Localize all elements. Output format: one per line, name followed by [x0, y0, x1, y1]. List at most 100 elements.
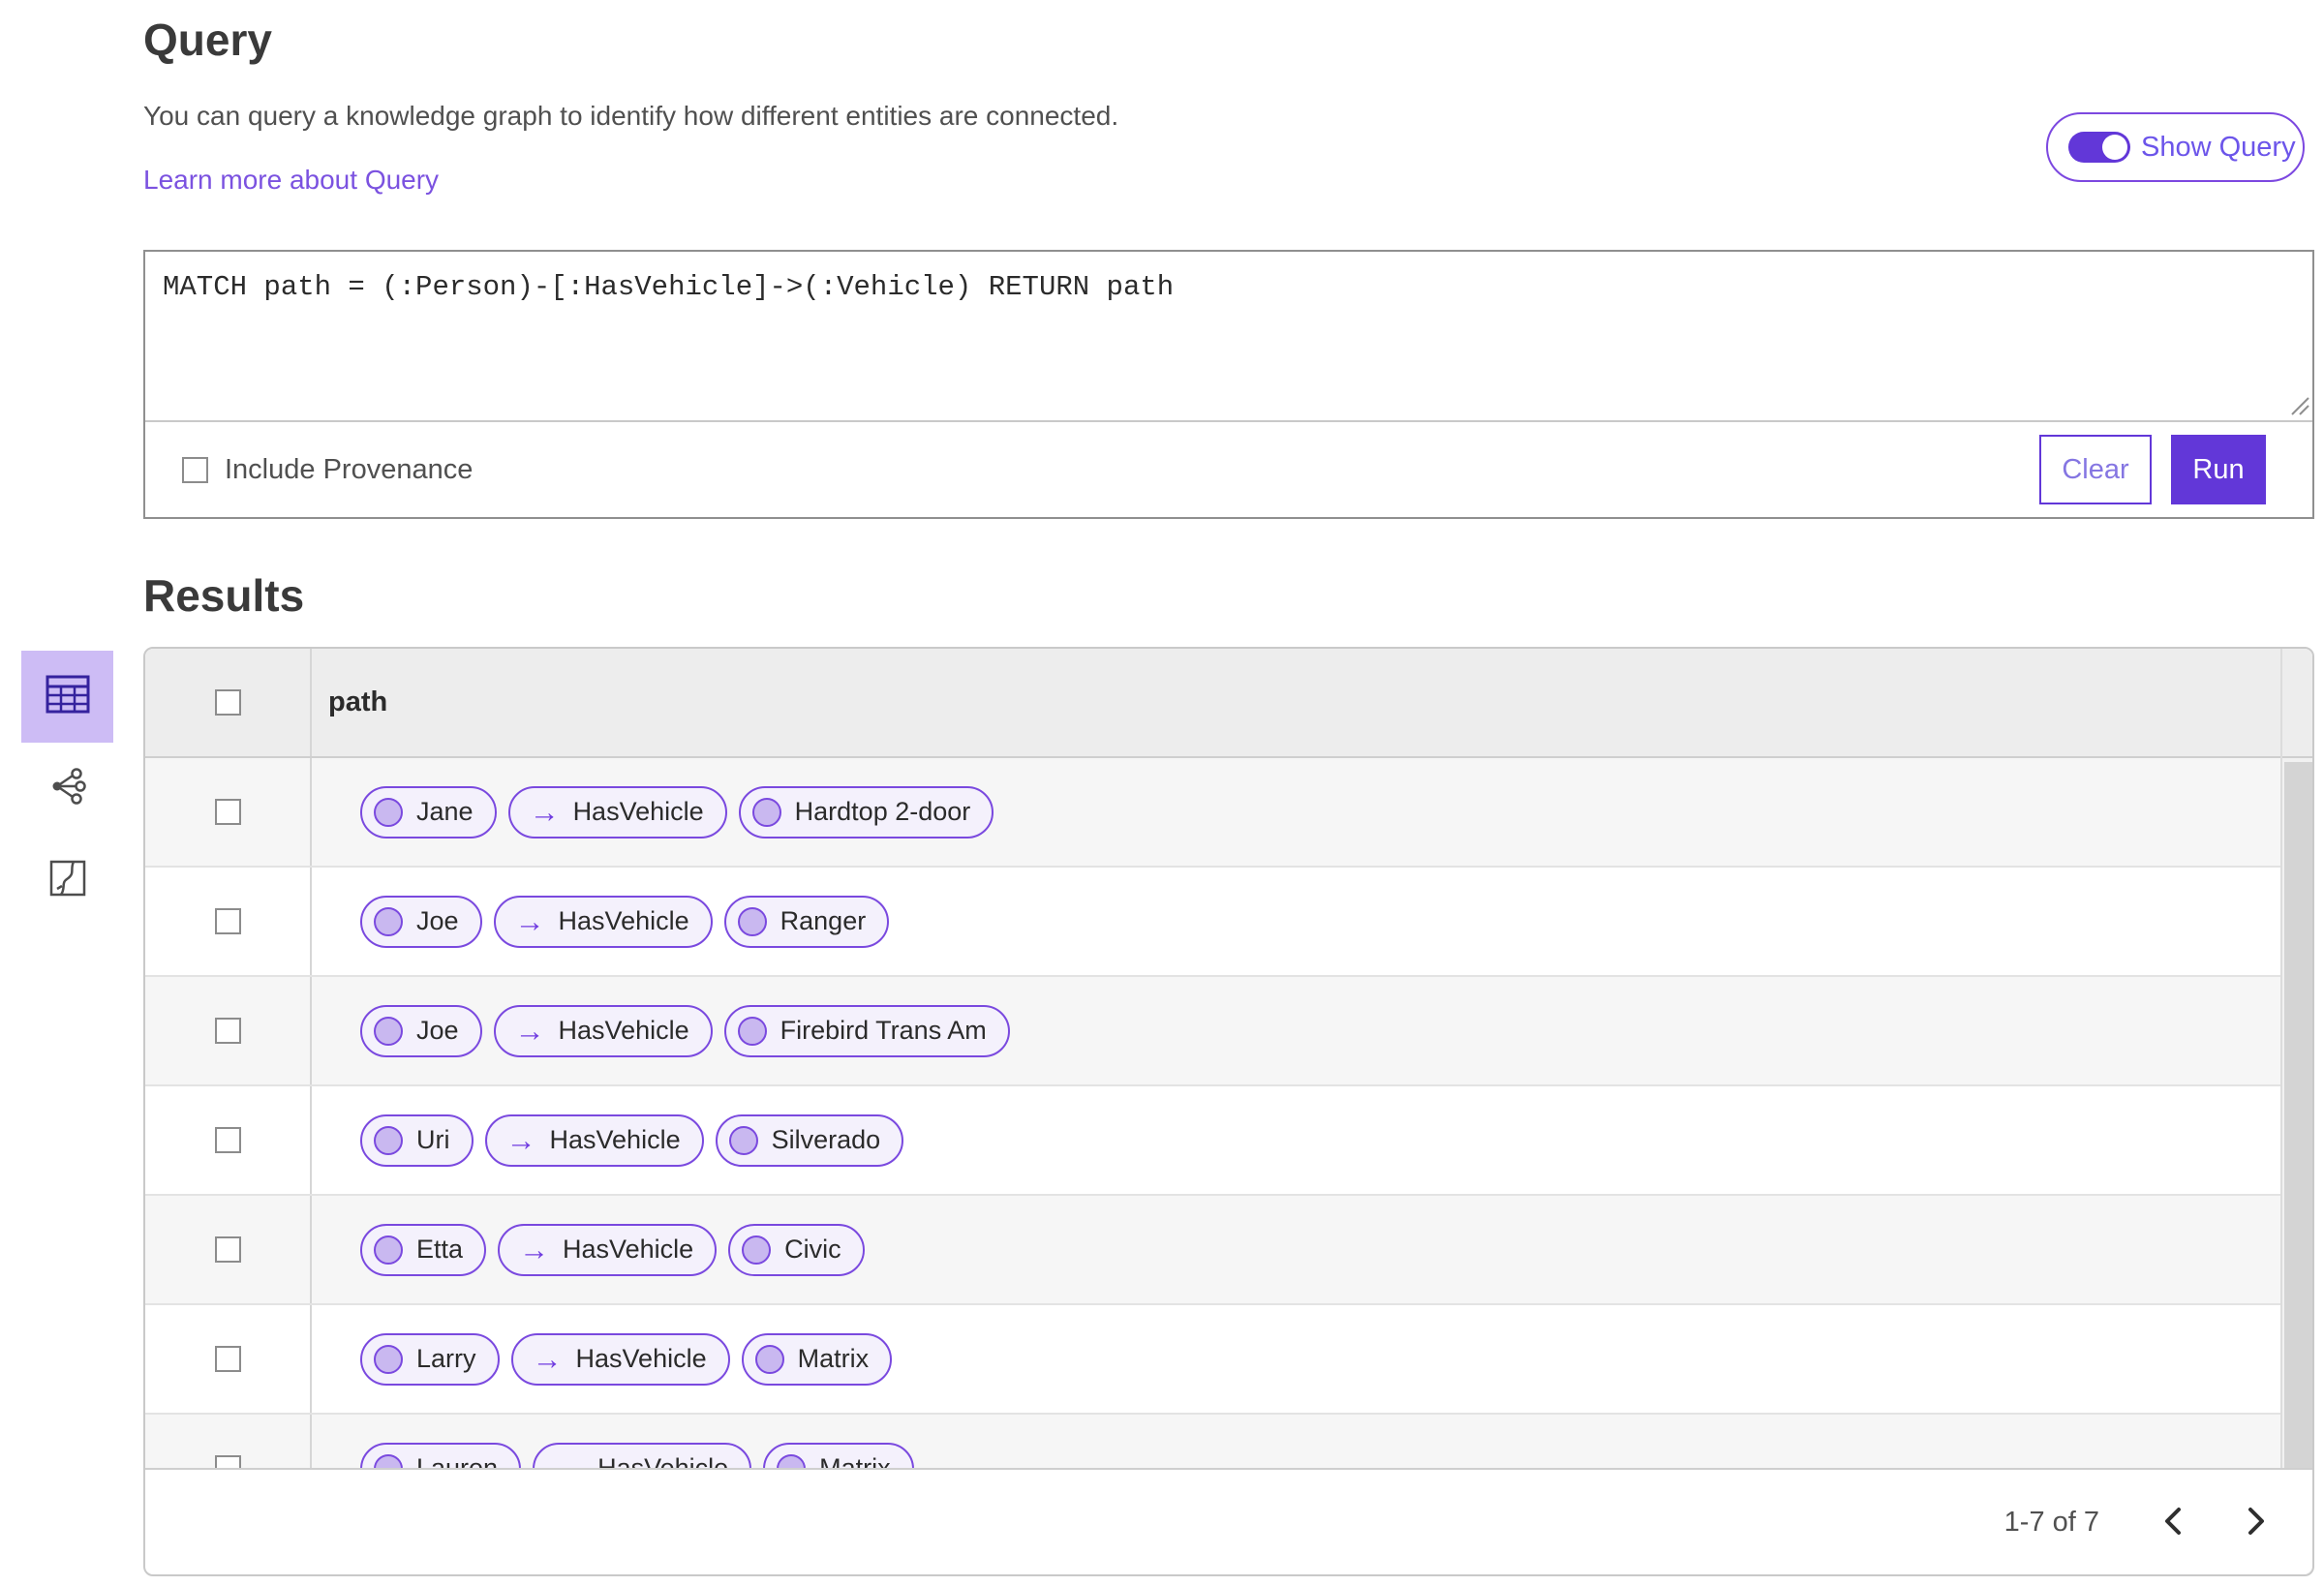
target-entity-pill[interactable]: Ranger: [723, 895, 890, 948]
query-panel-footer: Include Provenance Clear Run: [145, 420, 2312, 517]
source-entity-pill[interactable]: Joe: [360, 1004, 482, 1057]
page-title: Query: [143, 15, 272, 65]
row-checkbox[interactable]: [214, 1346, 241, 1372]
table-row: Jane → HasVehicle Hardtop 2-door: [145, 758, 2312, 868]
target-entity-pill[interactable]: Firebird Trans Am: [723, 1004, 1010, 1057]
row-checkbox[interactable]: [214, 908, 241, 934]
header-checkbox-cell: [145, 649, 312, 756]
relationship-arrow-icon: →: [505, 1123, 536, 1157]
toggle-knob: [2102, 135, 2127, 160]
source-entity-pill[interactable]: Etta: [360, 1223, 487, 1276]
row-relationship-label: HasVehicle: [572, 797, 704, 826]
target-entity-pill[interactable]: Matrix: [741, 1332, 893, 1386]
row-relationship-label: HasVehicle: [575, 1344, 707, 1373]
query-input[interactable]: MATCH path = (:Person)-[:HasVehicle]->(:…: [145, 252, 2312, 418]
row-source-label: Larry: [416, 1344, 476, 1373]
row-target-label: Firebird Trans Am: [780, 1016, 987, 1045]
select-all-checkbox[interactable]: [214, 689, 241, 716]
table-header-row: path: [145, 649, 2312, 758]
row-target-label: Civic: [784, 1235, 841, 1264]
entity-node-icon: [374, 1125, 403, 1155]
relationship-pill[interactable]: → HasVehicle: [498, 1223, 718, 1276]
row-source-label: Etta: [416, 1235, 464, 1264]
row-checkbox[interactable]: [214, 1018, 241, 1044]
table-view-button[interactable]: [21, 651, 113, 743]
clear-button[interactable]: Clear: [2039, 435, 2152, 504]
row-target-label: Hardtop 2-door: [794, 797, 971, 826]
relationship-arrow-icon: →: [514, 904, 545, 938]
row-path-cell: Jane → HasVehicle Hardtop 2-door: [312, 758, 2312, 866]
chevron-left-icon: [2160, 1505, 2186, 1540]
entity-node-icon: [754, 1344, 784, 1374]
entity-node-icon: [374, 1235, 403, 1265]
relationship-pill[interactable]: → HasVehicle: [510, 1332, 730, 1386]
link-chart-icon: [48, 767, 87, 810]
show-query-label: Show Query: [2141, 131, 2296, 163]
target-entity-pill[interactable]: Silverado: [715, 1113, 904, 1167]
pagination-range-label: 1-7 of 7: [2003, 1506, 2099, 1538]
entity-node-icon: [728, 1125, 758, 1155]
table-row: Etta → HasVehicle Civic: [145, 1196, 2312, 1305]
table-row: Uri → HasVehicle Silverado: [145, 1086, 2312, 1196]
chevron-right-icon: [2244, 1505, 2269, 1540]
row-target-label: Silverado: [771, 1125, 881, 1154]
target-entity-pill[interactable]: Hardtop 2-door: [738, 785, 994, 839]
entity-node-icon: [374, 1344, 403, 1374]
source-entity-pill[interactable]: Larry: [360, 1332, 500, 1386]
relationship-arrow-icon: →: [514, 1014, 545, 1048]
scrollbar-header-cap: [2282, 649, 2312, 758]
results-table: path Jane → HasVehicle Hardtop 2-door Jo…: [143, 647, 2314, 1576]
relationship-arrow-icon: →: [529, 795, 560, 829]
table-body: Jane → HasVehicle Hardtop 2-door Joe → H…: [145, 758, 2312, 1524]
row-checkbox-cell: [145, 1196, 312, 1303]
row-source-label: Jane: [416, 797, 474, 826]
row-relationship-label: HasVehicle: [549, 1125, 681, 1154]
row-relationship-label: HasVehicle: [558, 906, 689, 935]
row-checkbox-cell: [145, 977, 312, 1084]
table-scrollbar: [2280, 649, 2312, 1574]
learn-more-link[interactable]: Learn more about Query: [143, 165, 439, 196]
table-row: Joe → HasVehicle Firebird Trans Am: [145, 977, 2312, 1086]
relationship-pill[interactable]: → HasVehicle: [507, 785, 727, 839]
previous-page-button[interactable]: [2152, 1501, 2194, 1543]
source-entity-pill[interactable]: Jane: [360, 785, 497, 839]
row-source-label: Joe: [416, 1016, 459, 1045]
show-query-toggle[interactable]: Show Query: [2046, 112, 2305, 182]
include-provenance-checkbox[interactable]: [182, 456, 208, 483]
entity-node-icon: [737, 1016, 767, 1046]
scrollbar-thumb[interactable]: [2284, 762, 2312, 1469]
entity-node-icon: [737, 906, 767, 936]
row-checkbox[interactable]: [214, 799, 241, 825]
toggle-switch-icon[interactable]: [2068, 132, 2130, 163]
table-row: Joe → HasVehicle Ranger: [145, 868, 2312, 977]
entity-node-icon: [374, 906, 403, 936]
row-checkbox[interactable]: [214, 1127, 241, 1153]
row-checkbox[interactable]: [214, 1236, 241, 1263]
relationship-pill[interactable]: → HasVehicle: [484, 1113, 704, 1167]
entity-node-icon: [742, 1235, 772, 1265]
row-relationship-label: HasVehicle: [558, 1016, 689, 1045]
results-view-switcher: [21, 651, 113, 927]
pagination-bar: 1-7 of 7: [145, 1468, 2312, 1574]
row-checkbox-cell: [145, 758, 312, 866]
map-view-button[interactable]: [21, 835, 113, 927]
row-source-label: Joe: [416, 906, 459, 935]
row-checkbox-cell: [145, 1086, 312, 1194]
link-chart-view-button[interactable]: [21, 743, 113, 835]
run-button[interactable]: Run: [2171, 435, 2266, 504]
next-page-button[interactable]: [2235, 1501, 2278, 1543]
relationship-arrow-icon: →: [532, 1342, 563, 1376]
table-row: Larry → HasVehicle Matrix: [145, 1305, 2312, 1415]
row-path-cell: Joe → HasVehicle Ranger: [312, 868, 2312, 975]
relationship-pill[interactable]: → HasVehicle: [493, 1004, 713, 1057]
entity-node-icon: [751, 797, 781, 827]
row-checkbox-cell: [145, 868, 312, 975]
relationship-pill[interactable]: → HasVehicle: [493, 895, 713, 948]
relationship-arrow-icon: →: [519, 1233, 550, 1266]
query-description: You can query a knowledge graph to ident…: [143, 101, 1119, 131]
row-path-cell: Etta → HasVehicle Civic: [312, 1196, 2312, 1303]
source-entity-pill[interactable]: Uri: [360, 1113, 474, 1167]
target-entity-pill[interactable]: Civic: [728, 1223, 865, 1276]
resize-grip-icon[interactable]: [2290, 396, 2309, 420]
source-entity-pill[interactable]: Joe: [360, 895, 482, 948]
